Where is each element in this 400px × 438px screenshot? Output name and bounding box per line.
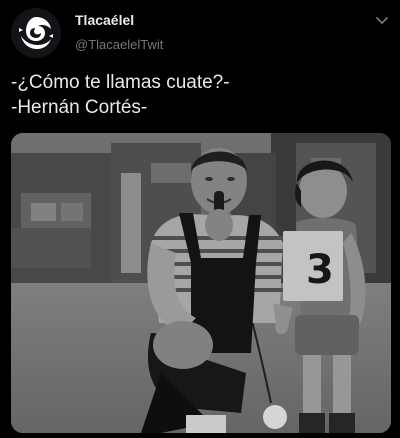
tweet-text: -¿Cómo te llamas cuate?- -Hernán Cortés- bbox=[11, 70, 391, 120]
author-names: Tlacaélel @TlacaelelTwit bbox=[75, 12, 163, 53]
black-and-white-photo: 3 bbox=[11, 133, 391, 433]
chevron-down-icon[interactable] bbox=[374, 12, 390, 28]
tweet-text-line: -¿Cómo te llamas cuate?- bbox=[11, 72, 230, 93]
avatar[interactable] bbox=[11, 8, 61, 58]
tweet-text-line: -Hernán Cortés- bbox=[11, 97, 148, 118]
tweet-card: Tlacaélel @TlacaelelTwit -¿Cómo te llama… bbox=[0, 0, 400, 438]
display-name[interactable]: Tlacaélel bbox=[75, 12, 163, 29]
tweet-photo[interactable]: 3 bbox=[11, 133, 391, 433]
user-handle[interactable]: @TlacaelelTwit bbox=[75, 36, 163, 53]
spiral-logo-icon bbox=[11, 8, 61, 58]
